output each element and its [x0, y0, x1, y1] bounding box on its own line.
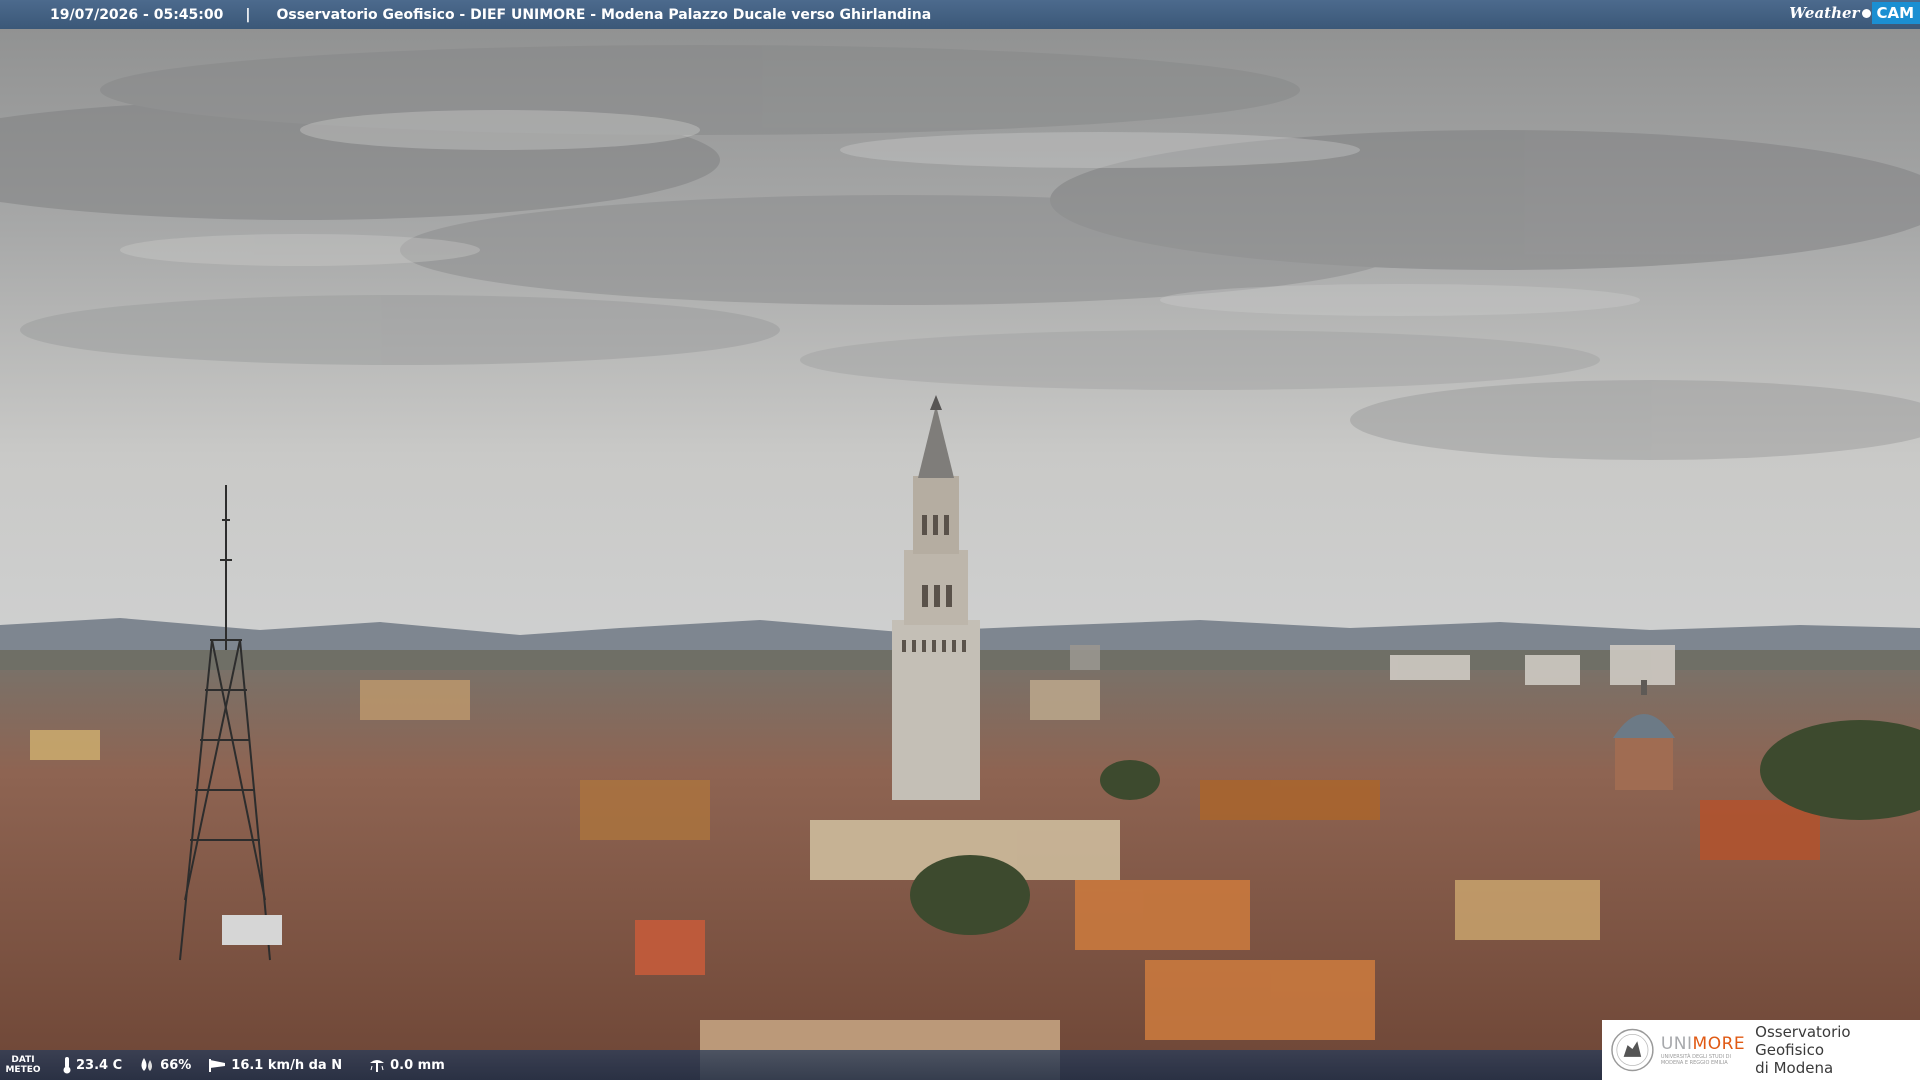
humidity-reading: 66%: [138, 1057, 191, 1073]
webcam-image: [0, 0, 1920, 1080]
datetime-stamp: 19/07/2026 - 05:45:00: [50, 6, 224, 23]
header-separator: |: [245, 6, 251, 23]
rain-reading: 0.0 mm: [368, 1057, 445, 1073]
meteo-label-line1: DATI: [11, 1055, 35, 1065]
unimore-suffix: MORE: [1692, 1034, 1746, 1054]
antenna-boxes: [222, 915, 282, 945]
temperature-reading: 23.4 C: [62, 1056, 122, 1074]
weathercam-logo-cam: CAM: [1872, 2, 1920, 24]
unimore-prefix: UNI: [1660, 1034, 1693, 1054]
rain-gauge-icon: [370, 1060, 385, 1072]
unimore-wordmark: UNIMORE UNIVERSITÀ DEGLI STUDI DI MODENA…: [1661, 1034, 1745, 1066]
humidity-value: 66%: [160, 1057, 192, 1073]
weathercam-dot-icon: [1862, 8, 1872, 18]
unimore-sub-line2: MODENA E REGGIO EMILIA: [1660, 1060, 1728, 1066]
meteo-label: DATI METEO: [0, 1055, 46, 1075]
meteo-label-line2: METEO: [5, 1065, 41, 1075]
header-bar: 19/07/2026 - 05:45:00 | Osservatorio Geo…: [0, 0, 1920, 29]
meteo-bar: DATI METEO 23.4 C 66% 16.1 km/h da N 0.0…: [0, 1050, 1605, 1080]
observatory-name-line1: Osservatorio Geofisico: [1755, 1023, 1851, 1059]
wind-reading: 16.1 km/h da N: [207, 1057, 342, 1073]
temperature-value: 23.4 C: [76, 1057, 123, 1073]
weathercam-logo-text: Weather: [1789, 4, 1860, 22]
weathercam-logo: Weather CAM: [1789, 0, 1920, 26]
camera-title: Osservatorio Geofisico - DIEF UNIMORE - …: [276, 6, 932, 23]
observatory-name-line2: di Modena: [1755, 1059, 1834, 1077]
rain-value: 0.0 mm: [390, 1057, 445, 1073]
unimore-seal-icon: [1611, 1028, 1654, 1072]
thermometer-icon: [63, 1057, 71, 1074]
humidity-drop-icon: [141, 1058, 153, 1071]
observatory-name: Osservatorio Geofisico di Modena: [1755, 1023, 1920, 1077]
unimore-logo-box: UNIMORE UNIVERSITÀ DEGLI STUDI DI MODENA…: [1602, 1020, 1920, 1080]
wind-sock-icon: [209, 1059, 226, 1072]
wind-value: 16.1 km/h da N: [231, 1057, 343, 1073]
